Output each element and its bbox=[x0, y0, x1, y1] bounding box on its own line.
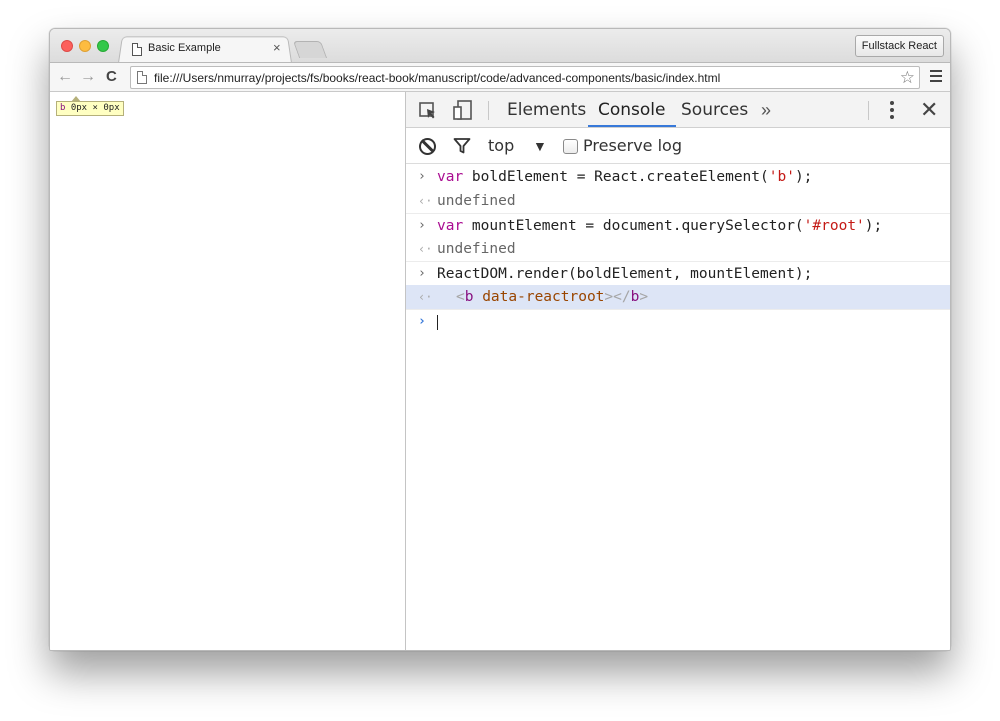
inspect-tooltip: b 0px × 0px bbox=[56, 96, 124, 116]
console-line: ‹· undefined bbox=[406, 237, 950, 261]
console-line: › var mountElement = document.querySelec… bbox=[406, 213, 950, 238]
console-code[interactable]: ReactDOM.render(boldElement, mountElemen… bbox=[437, 262, 812, 286]
active-prompt-icon: › bbox=[418, 314, 426, 329]
back-arrow-icon[interactable]: ← bbox=[57, 67, 73, 87]
result-prompt-icon: ‹· bbox=[418, 194, 433, 208]
filter-icon[interactable] bbox=[453, 137, 471, 155]
console-line: › var boldElement = React.createElement(… bbox=[406, 165, 950, 189]
more-tabs-icon[interactable]: » bbox=[761, 92, 771, 128]
close-devtools-icon[interactable]: ✕ bbox=[920, 97, 938, 123]
console-line-highlighted: ‹· <b data-reactroot></b> bbox=[406, 285, 950, 309]
console-filter-bar: top ▼ Preserve log bbox=[406, 128, 950, 164]
input-prompt-icon: › bbox=[418, 266, 426, 281]
preserve-log-label[interactable]: Preserve log bbox=[583, 128, 682, 164]
kebab-menu-icon[interactable] bbox=[890, 101, 894, 122]
console-line: ‹· undefined bbox=[406, 189, 950, 213]
divider bbox=[868, 101, 869, 120]
address-bar[interactable]: file:///Users/nmurray/projects/fs/books/… bbox=[130, 66, 920, 89]
tab-elements[interactable]: Elements bbox=[507, 92, 586, 128]
dom-node-result[interactable]: <b data-reactroot></b> bbox=[456, 285, 648, 309]
bookmark-star-icon[interactable]: ☆ bbox=[900, 68, 915, 87]
minimize-window-button[interactable] bbox=[79, 40, 91, 52]
browser-window: Basic Example × Fullstack React ← → C fi… bbox=[49, 28, 951, 651]
devtools-tab-bar: Elements Console Sources » ✕ bbox=[406, 92, 950, 128]
console-result: undefined bbox=[437, 193, 516, 209]
result-prompt-icon: ‹· bbox=[418, 242, 433, 256]
console-code[interactable]: var boldElement = React.createElement('b… bbox=[437, 165, 812, 189]
inspect-element-icon[interactable] bbox=[419, 102, 437, 120]
input-prompt-icon: › bbox=[418, 218, 426, 233]
console-input-line[interactable]: › bbox=[406, 309, 950, 333]
console-result: undefined bbox=[437, 241, 516, 257]
devtools-panel: Elements Console Sources » ✕ top ▼ Prese… bbox=[405, 92, 950, 650]
hamburger-menu-icon[interactable] bbox=[930, 70, 942, 82]
console-line: › ReactDOM.render(boldElement, mountElem… bbox=[406, 261, 950, 286]
browser-toolbar: ← → C file:///Users/nmurray/projects/fs/… bbox=[50, 62, 950, 92]
divider bbox=[488, 101, 489, 120]
tab-sources[interactable]: Sources bbox=[681, 92, 748, 128]
context-selector[interactable]: top bbox=[488, 128, 514, 164]
console-output: › var boldElement = React.createElement(… bbox=[406, 165, 950, 333]
tab-close-icon[interactable]: × bbox=[273, 40, 281, 55]
text-caret bbox=[437, 315, 438, 330]
url-text[interactable]: file:///Users/nmurray/projects/fs/books/… bbox=[154, 71, 720, 85]
inspect-size: 0px × 0px bbox=[70, 103, 120, 113]
tab-console[interactable]: Console bbox=[588, 92, 676, 127]
dropdown-arrow-icon[interactable]: ▼ bbox=[533, 128, 547, 164]
page-viewport: b 0px × 0px bbox=[50, 92, 405, 650]
new-tab-button[interactable] bbox=[292, 41, 328, 58]
maximize-window-button[interactable] bbox=[97, 40, 109, 52]
reload-icon[interactable]: C bbox=[106, 67, 117, 87]
page-icon bbox=[137, 71, 147, 84]
title-bar: Basic Example × Fullstack React bbox=[50, 29, 950, 64]
forward-arrow-icon[interactable]: → bbox=[80, 67, 96, 87]
profile-button[interactable]: Fullstack React bbox=[854, 35, 944, 57]
preserve-log-checkbox[interactable] bbox=[563, 139, 578, 154]
result-prompt-icon: ‹· bbox=[418, 290, 433, 304]
close-window-button[interactable] bbox=[61, 40, 73, 52]
page-icon bbox=[132, 43, 142, 56]
tab-title: Basic Example bbox=[148, 42, 221, 54]
input-prompt-icon: › bbox=[418, 169, 426, 184]
clear-console-icon[interactable] bbox=[419, 138, 436, 155]
inspect-tag: b bbox=[60, 103, 66, 113]
device-toolbar-icon[interactable] bbox=[452, 99, 474, 121]
browser-tab[interactable]: Basic Example × bbox=[128, 37, 288, 62]
console-code[interactable]: var mountElement = document.querySelecto… bbox=[437, 214, 882, 238]
